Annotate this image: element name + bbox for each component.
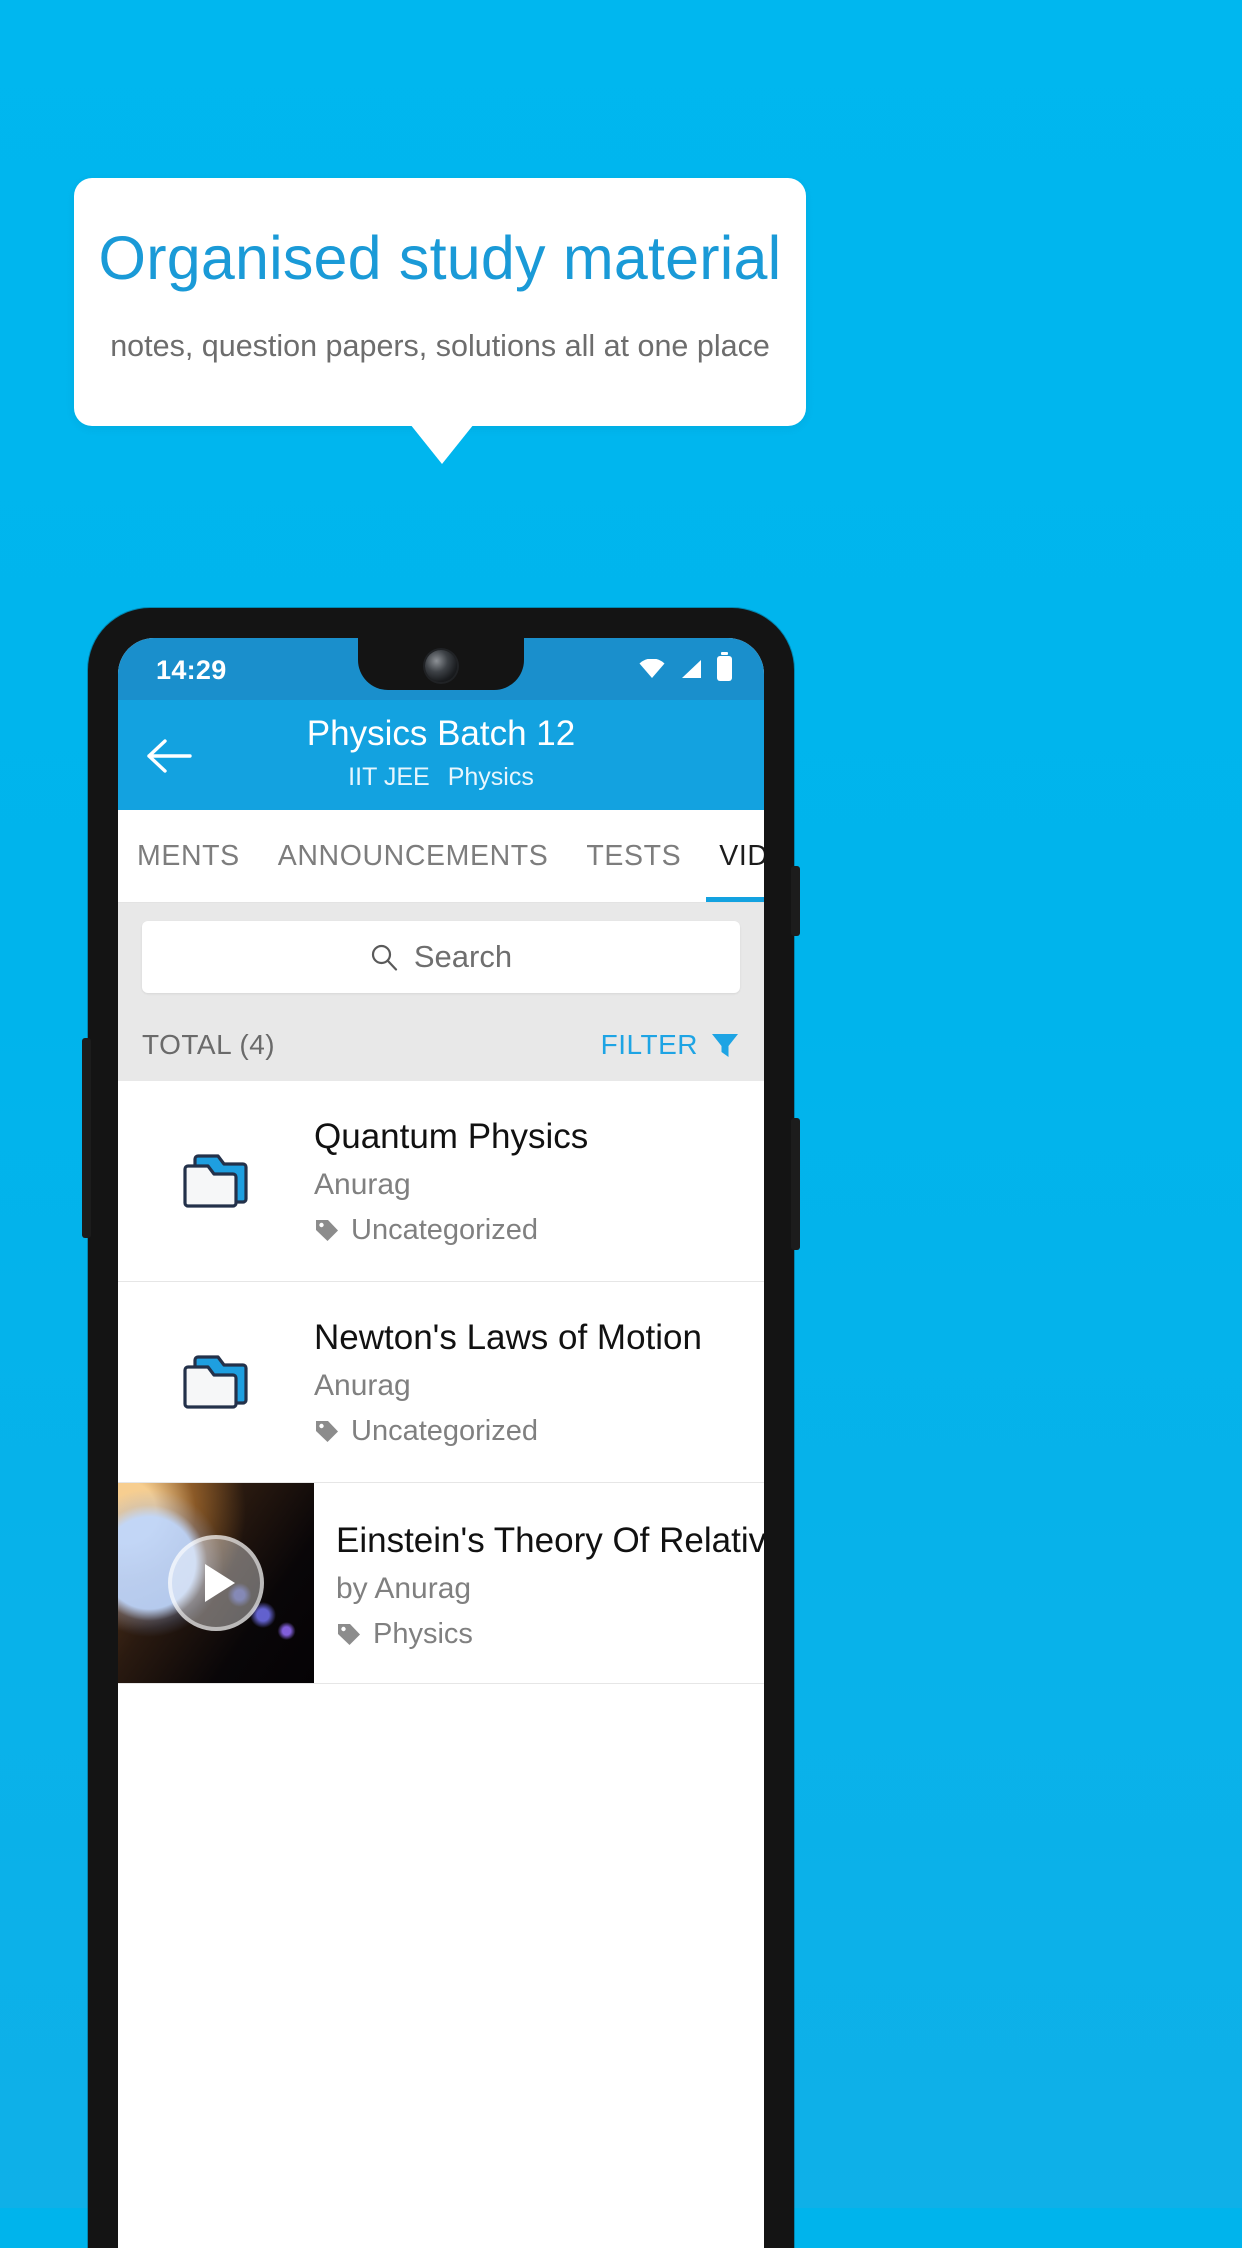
- list-item[interactable]: Newton's Laws of Motion Anurag Uncategor…: [118, 1282, 764, 1483]
- promo-bubble-tail: [410, 424, 474, 464]
- wifi-icon: [639, 658, 665, 678]
- list-item-title: Quantum Physics: [314, 1116, 589, 1156]
- page-title: Physics Batch 12: [306, 714, 576, 753]
- list-item-tag: Uncategorized: [351, 1414, 538, 1447]
- folder-icon-wrap: [118, 1345, 314, 1419]
- play-icon[interactable]: [168, 1535, 264, 1631]
- signal-icon: [682, 659, 701, 678]
- front-camera: [425, 650, 457, 682]
- phone-power-button: [791, 866, 800, 936]
- list-item-title: Einstein's Theory Of Relativity: [336, 1521, 764, 1560]
- promo-bubble: Organised study material notes, question…: [74, 178, 806, 426]
- breadcrumb-subject: Physics: [447, 763, 534, 791]
- phone-screen: 14:29 Physics Batch 12 IIT JEE Physics M…: [118, 638, 764, 2248]
- tag-icon: [316, 1219, 338, 1241]
- tab-label: VIDEOS: [719, 839, 764, 872]
- list-item-title: Newton's Laws of Motion: [314, 1317, 702, 1357]
- tag-icon: [338, 1624, 360, 1645]
- list-item-tagline: Uncategorized: [314, 1212, 588, 1248]
- filter-icon: [712, 1034, 738, 1057]
- list-item-body: Einstein's Theory Of Relativity by Anura…: [314, 1483, 764, 1683]
- tab-label: MENTS: [137, 839, 240, 872]
- tab-tests[interactable]: TESTS: [567, 810, 700, 902]
- phone-mockup: 14:29 Physics Batch 12 IIT JEE Physics M…: [82, 608, 800, 2248]
- promo-title: Organised study material: [98, 224, 782, 292]
- search-section: Search: [118, 903, 764, 1009]
- status-icons: [639, 652, 732, 681]
- list-toolbar: TOTAL (4) FILTER: [118, 1009, 764, 1081]
- list-item-body: Newton's Laws of Motion Anurag Uncategor…: [314, 1310, 722, 1455]
- battery-icon: [717, 652, 732, 681]
- promo-subtitle: notes, question papers, solutions all at…: [110, 329, 770, 363]
- folder-icon: [183, 1154, 248, 1208]
- tab-videos[interactable]: VIDEOS: [700, 810, 764, 902]
- video-thumbnail[interactable]: [118, 1483, 314, 1683]
- search-placeholder: Search: [413, 939, 513, 974]
- list-item-tag: Physics: [373, 1618, 473, 1650]
- list-item-author: Anurag: [314, 1368, 411, 1402]
- total-count: TOTAL (4): [142, 1029, 276, 1060]
- phone-volume-button: [82, 1038, 91, 1238]
- filter-label: FILTER: [600, 1029, 698, 1060]
- tag-icon: [316, 1420, 338, 1442]
- list-item-tagline: Physics: [336, 1616, 764, 1652]
- list-item-tag: Uncategorized: [351, 1213, 538, 1246]
- tab-announcements[interactable]: ANNOUNCEMENTS: [259, 810, 568, 902]
- list-item-body: Quantum Physics Anurag Uncategorized: [314, 1109, 608, 1254]
- tab-label: TESTS: [586, 839, 682, 872]
- content-list: Quantum Physics Anurag Uncategorized New…: [118, 1081, 764, 1684]
- list-item[interactable]: Einstein's Theory Of Relativity by Anura…: [118, 1483, 764, 1684]
- list-item-author: Anurag: [314, 1167, 411, 1201]
- app-bar: Physics Batch 12 IIT JEE Physics: [118, 700, 764, 810]
- list-item-author: by Anurag: [336, 1572, 472, 1605]
- search-input[interactable]: Search: [142, 921, 740, 993]
- status-time: 14:29: [156, 655, 227, 685]
- tab-label: ANNOUNCEMENTS: [277, 839, 549, 872]
- folder-icon-wrap: [118, 1144, 314, 1218]
- tab-bar: MENTS ANNOUNCEMENTS TESTS VIDEOS: [118, 810, 764, 903]
- list-item-tagline: Uncategorized: [314, 1413, 702, 1449]
- folder-icon: [183, 1355, 248, 1409]
- breadcrumb-exam: IIT JEE: [348, 763, 430, 791]
- list-item[interactable]: Quantum Physics Anurag Uncategorized: [118, 1081, 764, 1282]
- tab-assignments[interactable]: MENTS: [118, 810, 259, 902]
- filter-button[interactable]: FILTER: [601, 1029, 740, 1061]
- breadcrumb: IIT JEE Physics: [118, 762, 764, 792]
- phone-side-button: [791, 1118, 800, 1250]
- search-icon: [371, 944, 397, 971]
